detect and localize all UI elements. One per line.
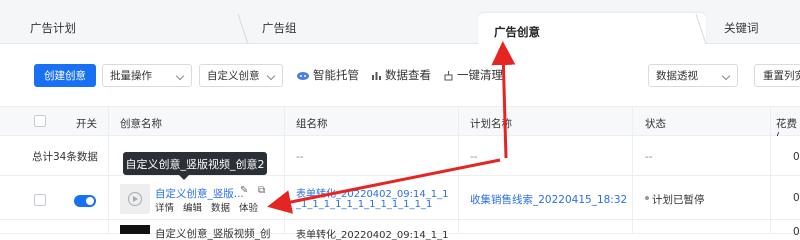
create-creative-button[interactable]: 创建创意 [34, 64, 96, 87]
total-cost: 0 [793, 151, 800, 163]
total-status: -- [645, 151, 653, 163]
status-text: 计划已暂停 [652, 194, 705, 206]
video-thumbnail[interactable] [120, 184, 150, 214]
total-count-label: 总计34条数据 [32, 151, 98, 163]
tab-ad-group[interactable]: 广告组 [262, 12, 297, 44]
creative-name-tooltip: 自定义创意_竖版视频_创意2 [123, 152, 267, 180]
column-divider [284, 106, 285, 234]
tab-divider [695, 14, 707, 44]
table-total-row [0, 136, 800, 176]
chevron-down-icon [721, 71, 731, 81]
tab-ad-creative[interactable]: 广告创意 [478, 13, 706, 45]
column-divider [458, 106, 459, 234]
tab-divider [237, 14, 249, 44]
column-divider [108, 106, 109, 234]
action-preview-link[interactable]: 体验 [239, 200, 258, 214]
action-edit-link[interactable]: 编辑 [183, 200, 202, 214]
reset-column-width-button[interactable]: 重置列宽 [754, 64, 800, 87]
column-header-plan-name[interactable]: 计划名称 [470, 116, 512, 131]
tab-keywords[interactable]: 关键词 [724, 12, 759, 44]
tab-ad-plan[interactable]: 广告计划 [30, 12, 76, 44]
custom-creative-label: 自定义创意 [207, 70, 260, 82]
cost-value: 0 [793, 226, 800, 238]
tab-bar: 广告计划 广告组 广告创意 关键词 [0, 0, 800, 45]
robot-icon [297, 72, 309, 80]
tab-ad-creative-label: 广告创意 [494, 25, 540, 39]
smart-host-label: 智能托管 [313, 68, 359, 82]
row-switch-toggle[interactable] [74, 195, 96, 207]
one-click-clean-button[interactable]: 一键清理 [443, 67, 503, 83]
tab-keywords-label: 关键词 [724, 21, 759, 35]
chevron-down-icon [266, 71, 276, 81]
toolbar: 创建创意 批量操作 自定义创意 智能托管 数据查看 一键清理 数据透视 重置列宽 [0, 44, 800, 106]
custom-creative-select[interactable]: 自定义创意 [199, 64, 283, 87]
batch-operation-label: 批量操作 [110, 70, 152, 82]
bar-chart-icon [372, 71, 381, 80]
action-data-link[interactable]: 数据 [211, 200, 230, 214]
column-divider [632, 106, 633, 234]
group-name-link-line1[interactable]: 表单转化_20220402_09:14_1_1 [296, 185, 448, 200]
select-all-checkbox[interactable] [34, 115, 46, 127]
tab-ad-group-label: 广告组 [262, 21, 297, 35]
table-header: 开关 创意名称 组名称 计划名称 状态 花费( [0, 106, 800, 143]
group-name-link-line1[interactable]: 表单转化_20220402_09:14_1_1 [296, 226, 448, 240]
plan-name-link[interactable]: 收集销售线索_20220415_18:32 [470, 192, 627, 207]
data-view-button[interactable]: 数据查看 [371, 67, 431, 83]
data-pivot-select[interactable]: 数据透视 [648, 64, 738, 87]
tab-ad-plan-label: 广告计划 [30, 21, 76, 35]
creative-name-link[interactable]: 自定义创意_竖版视频_创 [155, 226, 271, 240]
data-pivot-label: 数据透视 [656, 70, 698, 82]
batch-operation-select[interactable]: 批量操作 [102, 64, 192, 87]
smart-host-button[interactable]: 智能托管 [296, 67, 359, 83]
broom-icon [444, 70, 453, 80]
row-checkbox[interactable] [34, 194, 46, 206]
action-detail-link[interactable]: 详情 [155, 200, 174, 214]
chevron-down-icon [175, 71, 185, 81]
one-click-clean-label: 一键清理 [457, 68, 503, 82]
edit-pencil-icon[interactable]: ✎ [240, 185, 248, 196]
data-view-label: 数据查看 [385, 68, 431, 82]
status-dot-icon [645, 196, 649, 200]
video-thumbnail[interactable] [120, 225, 150, 234]
column-header-group-name[interactable]: 组名称 [296, 116, 328, 131]
copy-icon[interactable]: ⧉ [258, 185, 265, 196]
play-icon [128, 192, 142, 206]
column-header-status[interactable]: 状态 [645, 116, 666, 131]
total-group: -- [296, 151, 304, 163]
group-name-link-line2[interactable]: _1_1_1_1_1_1_1_1_1_1_1_1 [296, 199, 432, 210]
column-header-switch: 开关 [76, 118, 97, 130]
creative-name-link[interactable]: 自定义创意_竖版... [155, 186, 244, 201]
column-divider [770, 106, 771, 234]
cost-value: 0 [793, 192, 800, 204]
column-header-creative-name[interactable]: 创意名称 [120, 116, 162, 131]
total-plan: -- [470, 151, 478, 163]
